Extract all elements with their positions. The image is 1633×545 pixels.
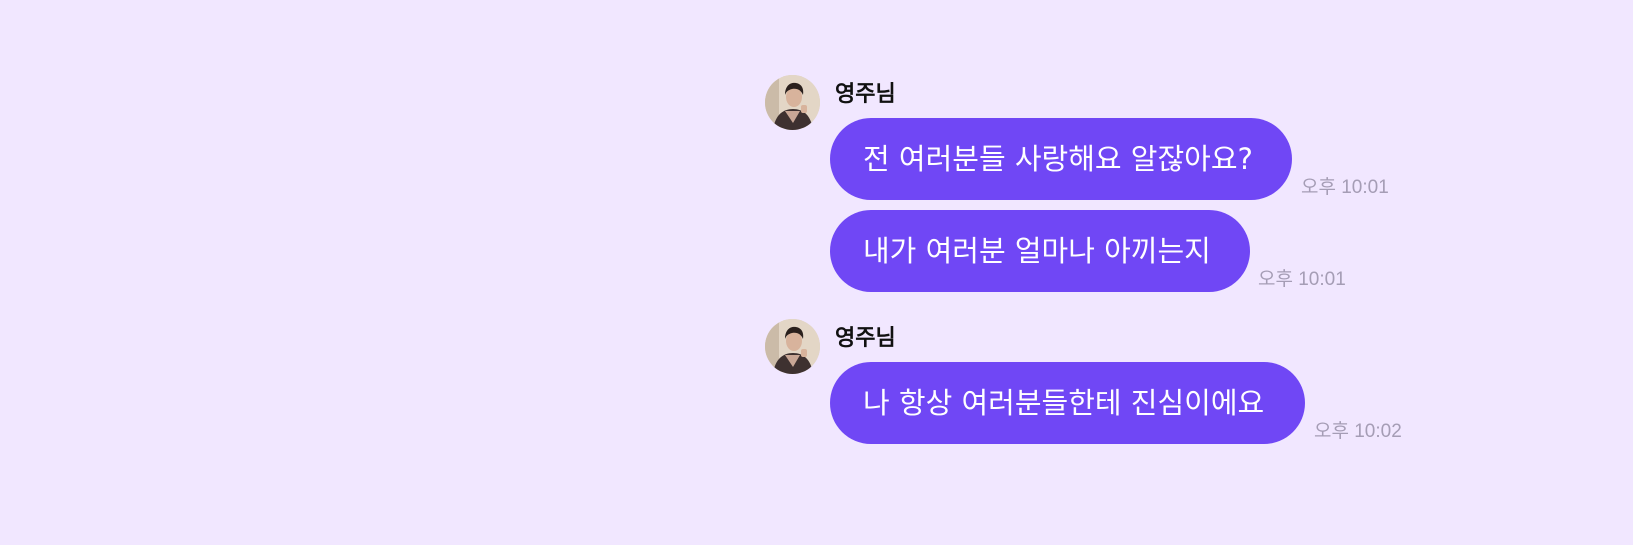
sender-name: 영주님 <box>835 82 896 107</box>
message-timestamp: 오후 10:02 <box>1314 421 1402 442</box>
sender-avatar[interactable] <box>765 319 820 374</box>
message-bubble[interactable]: 전 여러분들 사랑해요 알잖아요? <box>830 118 1292 200</box>
message-timestamp: 오후 10:01 <box>1258 269 1346 290</box>
profile-photo-icon <box>765 319 820 374</box>
message-timestamp: 오후 10:01 <box>1301 177 1389 198</box>
sender-avatar[interactable] <box>765 75 820 130</box>
message-bubble[interactable]: 나 항상 여러분들한테 진심이에요 <box>830 362 1305 444</box>
message-bubble[interactable]: 내가 여러분 얼마나 아끼는지 <box>830 210 1250 292</box>
profile-photo-icon <box>765 75 820 130</box>
sender-name: 영주님 <box>835 326 896 351</box>
